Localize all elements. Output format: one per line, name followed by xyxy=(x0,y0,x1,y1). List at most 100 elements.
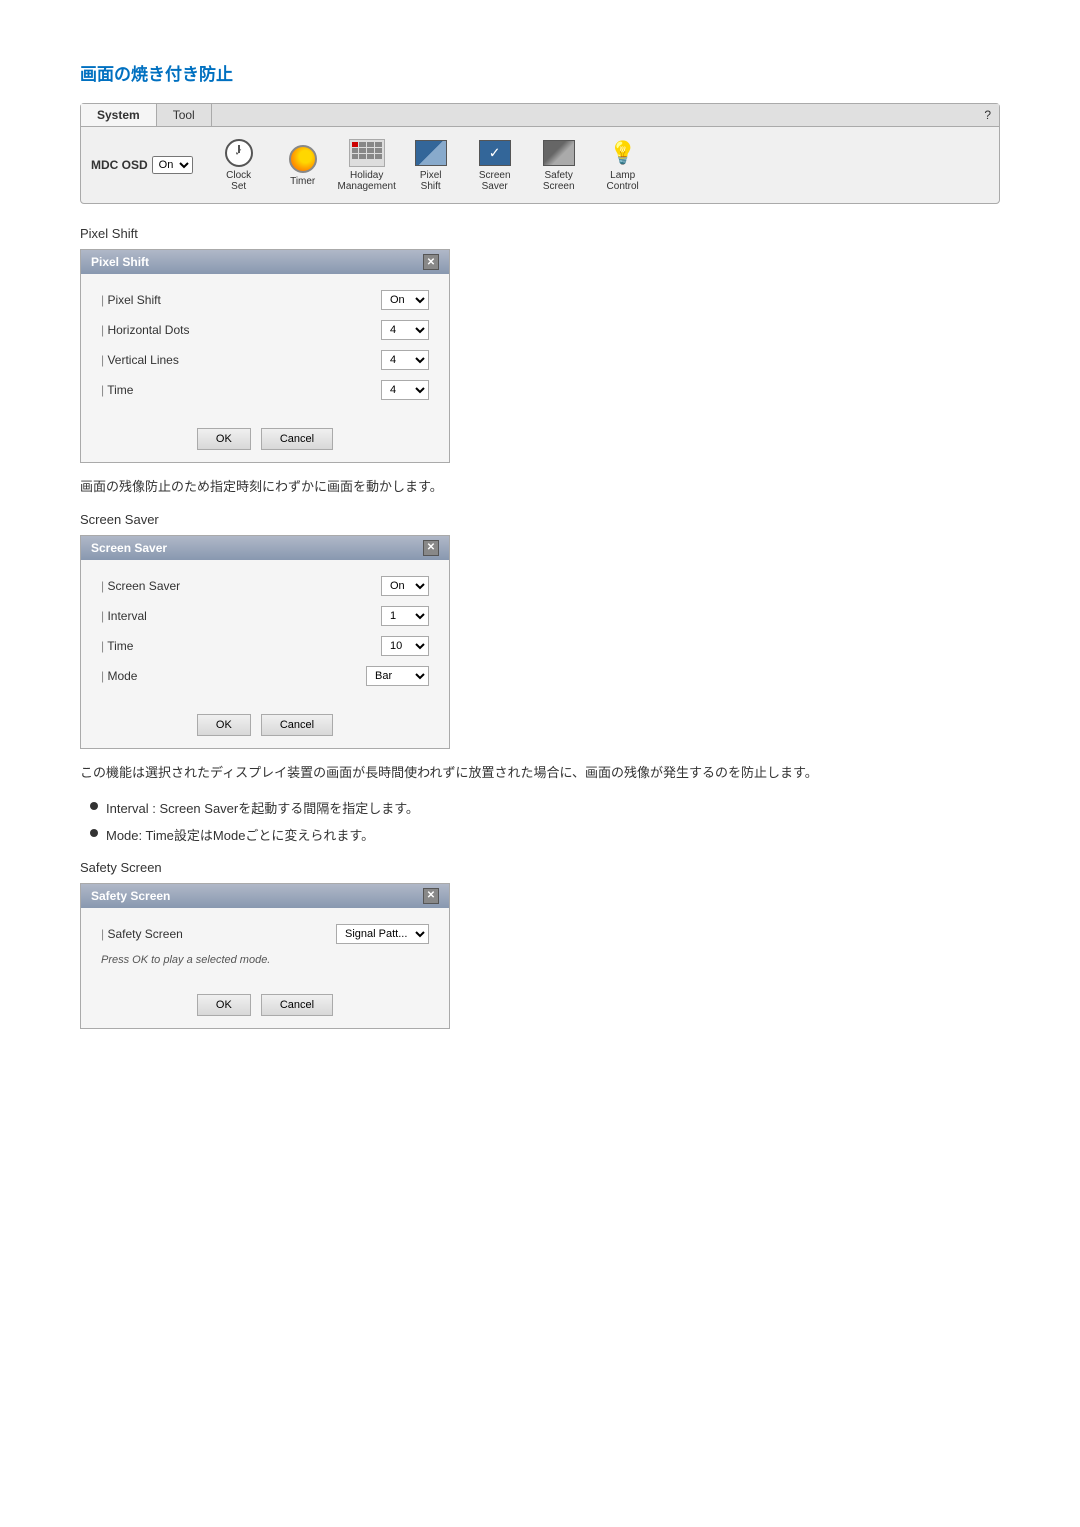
safety-screen-cancel-button[interactable]: Cancel xyxy=(261,994,333,1016)
screen-saver-cancel-button[interactable]: Cancel xyxy=(261,714,333,736)
bullet-text-0: Interval : Screen Saverを起動する間隔を指定します。 xyxy=(106,798,419,817)
screen-saver-row-3: Mode BarEraserPixel xyxy=(101,666,429,686)
pixel-shift-row-1: Horizontal Dots 4123 xyxy=(101,320,429,340)
help-button[interactable]: ? xyxy=(976,104,999,126)
page-title: 画面の焼き付き防止 xyxy=(80,60,1000,85)
safety-screen-note: Press OK to play a selected mode. xyxy=(101,954,429,966)
pixel-shift-button[interactable]: Pixel Shift xyxy=(401,133,461,197)
screen-saver-icon xyxy=(477,138,513,168)
pixel-shift-label-2: Vertical Lines xyxy=(101,353,381,367)
clock-set-label-line1: Clock xyxy=(226,170,251,181)
pixel-shift-label-line2: Shift xyxy=(421,181,441,192)
bullet-text-1: Mode: Time設定はModeごとに変えられます。 xyxy=(106,825,374,844)
safety-screen-dialog-title: Safety Screen xyxy=(91,889,170,903)
screen-saver-ok-button[interactable]: OK xyxy=(197,714,251,736)
timer-button[interactable]: Timer xyxy=(273,139,333,192)
screen-saver-select-3[interactable]: BarEraserPixel xyxy=(366,666,429,686)
toolbar-body: MDC OSD On Off Clock Set Timer xyxy=(81,127,999,203)
screen-saver-close-button[interactable]: ✕ xyxy=(423,540,439,556)
pixel-shift-select-2[interactable]: 4123 xyxy=(381,350,429,370)
holiday-label-line2: Management xyxy=(337,181,395,192)
pixel-shift-control-2: 4123 xyxy=(381,350,429,370)
pixel-shift-row-3: Time 4123 xyxy=(101,380,429,400)
timer-label: Timer xyxy=(290,176,315,187)
pixel-shift-dialog-titlebar: Pixel Shift ✕ xyxy=(81,250,449,274)
safety-screen-dialog-footer: OK Cancel xyxy=(81,986,449,1028)
screen-saver-select-0[interactable]: OnOff xyxy=(381,576,429,596)
safety-screen-row-0: Safety Screen Signal Patt... All White S… xyxy=(101,924,429,944)
toolbar: System Tool ? MDC OSD On Off Clock Set T… xyxy=(80,103,1000,204)
lamp-control-button[interactable]: 💡 Lamp Control xyxy=(593,133,653,197)
screen-saver-dialog-body: Screen Saver OnOff Interval 125 Time 105… xyxy=(81,560,449,706)
screen-saver-control-1: 125 xyxy=(381,606,429,626)
screen-saver-label-line1: Screen xyxy=(479,170,511,181)
lamp-control-label-line1: Lamp xyxy=(610,170,635,181)
safety-screen-dialog: Safety Screen ✕ Safety Screen Signal Pat… xyxy=(80,883,450,1029)
screen-saver-dialog: Screen Saver ✕ Screen Saver OnOff Interv… xyxy=(80,535,450,749)
holiday-management-button[interactable]: Holiday Management xyxy=(337,133,397,197)
lamp-control-label-line2: Control xyxy=(607,181,639,192)
pixel-shift-label-1: Horizontal Dots xyxy=(101,323,381,337)
screen-saver-dialog-footer: OK Cancel xyxy=(81,706,449,748)
pixel-shift-control-1: 4123 xyxy=(381,320,429,340)
screen-saver-button[interactable]: Screen Saver xyxy=(465,133,525,197)
screen-saver-select-2[interactable]: 10515 xyxy=(381,636,429,656)
pixel-shift-select-0[interactable]: OnOff xyxy=(381,290,429,310)
screen-saver-bullets: Interval : Screen Saverを起動する間隔を指定します。 Mo… xyxy=(80,798,1000,844)
pixel-shift-row-2: Vertical Lines 4123 xyxy=(101,350,429,370)
pixel-shift-close-button[interactable]: ✕ xyxy=(423,254,439,270)
clock-set-label-line2: Set xyxy=(231,181,246,192)
tab-tool[interactable]: Tool xyxy=(157,104,212,126)
pixel-shift-cancel-button[interactable]: Cancel xyxy=(261,428,333,450)
screen-saver-dialog-titlebar: Screen Saver ✕ xyxy=(81,536,449,560)
screen-saver-control-0: OnOff xyxy=(381,576,429,596)
safety-screen-close-button[interactable]: ✕ xyxy=(423,888,439,904)
safety-screen-dialog-titlebar: Safety Screen ✕ xyxy=(81,884,449,908)
pixel-shift-select-1[interactable]: 4123 xyxy=(381,320,429,340)
clock-set-button[interactable]: Clock Set xyxy=(209,133,269,197)
screen-saver-label-0: Screen Saver xyxy=(101,579,381,593)
screen-saver-control-2: 10515 xyxy=(381,636,429,656)
toolbar-tabs: System Tool ? xyxy=(81,104,999,127)
tab-system[interactable]: System xyxy=(81,104,157,126)
safety-screen-label-0: Safety Screen xyxy=(101,927,336,941)
bullet-item-1: Mode: Time設定はModeごとに変えられます。 xyxy=(90,825,1000,844)
bullet-item-0: Interval : Screen Saverを起動する間隔を指定します。 xyxy=(90,798,1000,817)
pixel-shift-label-line1: Pixel xyxy=(420,170,442,181)
pixel-shift-section-title: Pixel Shift xyxy=(80,226,1000,241)
safety-screen-section-title: Safety Screen xyxy=(80,860,1000,875)
pixel-shift-dialog-body: Pixel Shift OnOff Horizontal Dots 4123 V… xyxy=(81,274,449,420)
mdc-osd-select[interactable]: On Off xyxy=(152,156,193,174)
safety-screen-select-0[interactable]: Signal Patt... All White Scroll Bar xyxy=(336,924,429,944)
safety-screen-icon xyxy=(541,138,577,168)
pixel-shift-label-0: Pixel Shift xyxy=(101,293,381,307)
screen-saver-dialog-title: Screen Saver xyxy=(91,541,167,555)
screen-saver-label-2: Time xyxy=(101,639,381,653)
timer-icon xyxy=(285,144,321,174)
pixel-shift-select-3[interactable]: 4123 xyxy=(381,380,429,400)
holiday-icon xyxy=(349,138,385,168)
safety-screen-label-line2: Screen xyxy=(543,181,575,192)
lamp-control-icon: 💡 xyxy=(605,138,641,168)
pixel-shift-dialog-title: Pixel Shift xyxy=(91,255,149,269)
pixel-shift-dialog-footer: OK Cancel xyxy=(81,420,449,462)
screen-saver-section-title: Screen Saver xyxy=(80,512,1000,527)
mdc-osd-control: MDC OSD On Off xyxy=(91,156,193,174)
safety-screen-ok-button[interactable]: OK xyxy=(197,994,251,1016)
screen-saver-row-1: Interval 125 xyxy=(101,606,429,626)
screen-saver-row-0: Screen Saver OnOff xyxy=(101,576,429,596)
screen-saver-select-1[interactable]: 125 xyxy=(381,606,429,626)
pixel-shift-label-3: Time xyxy=(101,383,381,397)
pixel-shift-control-3: 4123 xyxy=(381,380,429,400)
pixel-shift-control-0: OnOff xyxy=(381,290,429,310)
screen-saver-label-3: Mode xyxy=(101,669,366,683)
pixel-shift-row-0: Pixel Shift OnOff xyxy=(101,290,429,310)
pixel-shift-ok-button[interactable]: OK xyxy=(197,428,251,450)
safety-screen-label-line1: Safety xyxy=(544,170,572,181)
clock-set-icon xyxy=(221,138,257,168)
pixel-shift-description: 画面の残像防止のため指定時刻にわずかに画面を動かします。 xyxy=(80,477,1000,498)
safety-screen-button[interactable]: Safety Screen xyxy=(529,133,589,197)
screen-saver-label-1: Interval xyxy=(101,609,381,623)
mdc-osd-label: MDC OSD xyxy=(91,158,148,172)
screen-saver-description: この機能は選択されたディスプレイ装置の画面が長時間使われずに放置された場合に、画… xyxy=(80,763,1000,784)
